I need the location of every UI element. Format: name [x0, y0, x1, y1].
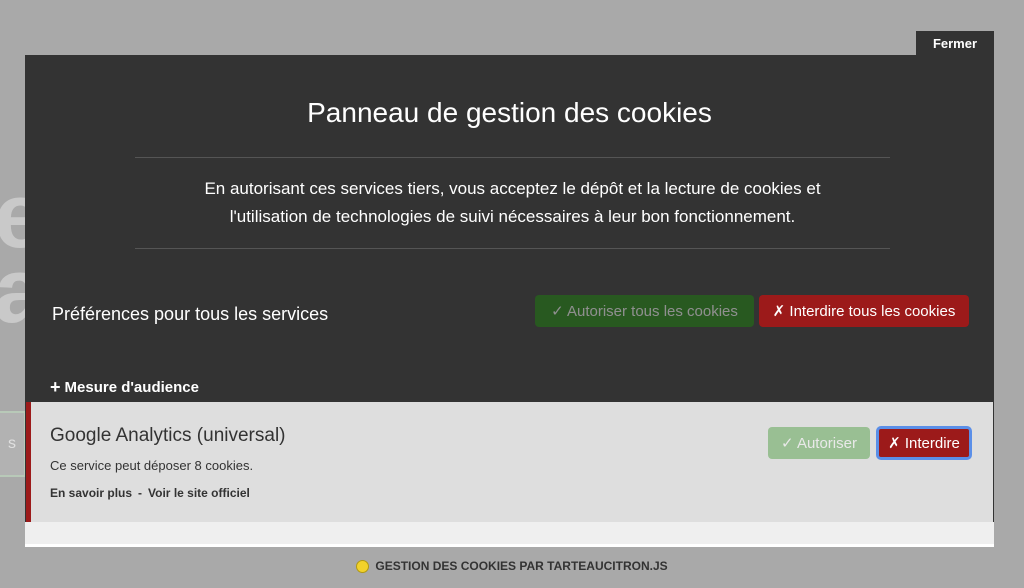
- deny-service-button[interactable]: ✗ Interdire: [876, 426, 972, 460]
- background-tab-label: s: [8, 435, 16, 452]
- all-services-label: Préférences pour tous les services: [52, 304, 329, 324]
- section-title: Mesure d'audience: [64, 378, 199, 396]
- close-button[interactable]: Fermer: [916, 31, 994, 55]
- link-separator: -: [138, 486, 143, 500]
- lemon-icon: [356, 559, 370, 573]
- footer: GESTION DES COOKIES PAR TARTEAUCITRON.JS: [0, 559, 1024, 573]
- intro-line-1: En autorisant ces services tiers, vous a…: [204, 179, 821, 198]
- panel-bottom-area: [25, 522, 994, 544]
- panel-title: Panneau de gestion des cookies: [307, 97, 712, 128]
- service-row-google-analytics: Google Analytics (universal) Ce service …: [26, 402, 993, 522]
- divider: [135, 157, 890, 158]
- allow-all-button[interactable]: ✓ Autoriser tous les cookies: [535, 295, 754, 327]
- panel-intro: En autorisant ces services tiers, vous a…: [135, 175, 890, 231]
- plus-icon: +: [50, 377, 61, 397]
- background-tab: s: [0, 411, 26, 477]
- service-name: Google Analytics (universal): [50, 425, 286, 446]
- cookie-panel: Panneau de gestion des cookies En autori…: [25, 55, 994, 547]
- section-header-audience[interactable]: + Mesure d'audience: [50, 378, 199, 396]
- official-site-link[interactable]: Voir le site officiel: [148, 486, 250, 500]
- service-description: Ce service peut déposer 8 cookies.: [50, 458, 254, 473]
- allow-service-button[interactable]: ✓ Autoriser: [768, 427, 870, 459]
- learn-more-link[interactable]: En savoir plus: [50, 486, 132, 500]
- divider: [135, 248, 890, 249]
- service-links: En savoir plus - Voir le site officiel: [50, 486, 250, 500]
- intro-line-2: l'utilisation de technologies de suivi n…: [229, 207, 796, 226]
- footer-text[interactable]: GESTION DES COOKIES PAR TARTEAUCITRON.JS: [375, 559, 667, 573]
- deny-all-button[interactable]: ✗ Interdire tous les cookies: [759, 295, 969, 327]
